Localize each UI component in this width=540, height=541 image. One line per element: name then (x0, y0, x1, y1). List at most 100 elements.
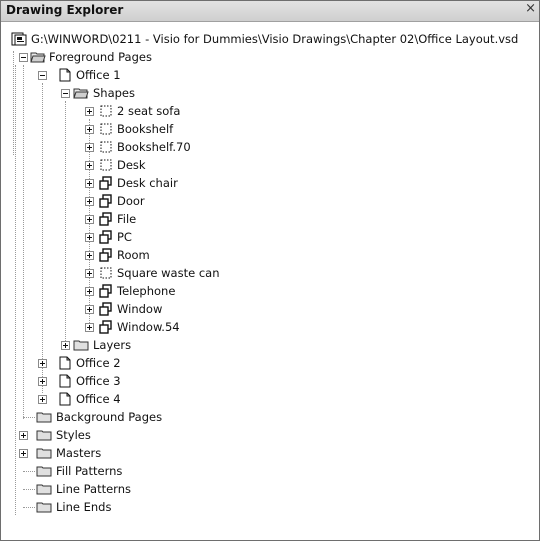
office-1-label: Office 1 (76, 68, 121, 82)
expand-icon[interactable] (85, 269, 94, 278)
layers-label: Layers (93, 338, 132, 352)
shape-icon (99, 302, 112, 316)
expand-icon[interactable] (19, 431, 28, 440)
tree-node-shape[interactable]: 2 seat sofa (1, 103, 241, 120)
tree-node-shape[interactable]: Bookshelf (1, 121, 241, 138)
tree-node-office-3[interactable]: Office 3 (1, 373, 201, 390)
expand-icon[interactable] (85, 323, 94, 332)
expand-icon[interactable] (85, 287, 94, 296)
shape-label: Room (117, 248, 150, 262)
expand-icon[interactable] (85, 179, 94, 188)
line-patterns-label: Line Patterns (56, 482, 131, 496)
shape-icon (99, 230, 112, 244)
expand-icon[interactable] (85, 161, 94, 170)
document-path-label: G:\WINWORD\0211 - Visio for Dummies\Visi… (31, 32, 519, 46)
tree-node-shape[interactable]: Room (1, 247, 241, 264)
background-pages-label: Background Pages (56, 410, 163, 424)
explorer-tree: G:\WINWORD\0211 - Visio for Dummies\Visi… (1, 21, 539, 540)
shape-label: Door (117, 194, 145, 208)
fill-patterns-label: Fill Patterns (56, 464, 123, 478)
expand-icon[interactable] (85, 251, 94, 260)
tree-node-shape[interactable]: Desk (1, 157, 241, 174)
folder-icon (36, 430, 52, 441)
styles-label: Styles (56, 428, 91, 442)
collapse-icon[interactable] (61, 89, 70, 98)
office-3-label: Office 3 (76, 374, 121, 388)
folder-icon (36, 466, 52, 477)
folder-icon (36, 484, 52, 495)
office-4-label: Office 4 (76, 392, 121, 406)
tree-node-shape[interactable]: File (1, 211, 241, 228)
shape-label: Bookshelf (117, 122, 174, 136)
tree-node-line-patterns[interactable]: Line Patterns (1, 481, 201, 498)
masters-label: Masters (56, 446, 102, 460)
tree-node-background-pages[interactable]: Background Pages (1, 409, 201, 426)
shape-label: File (117, 212, 137, 226)
tree-node-layers[interactable]: Layers (1, 337, 201, 354)
tree-node-shape[interactable]: Desk chair (1, 175, 241, 192)
shape-icon (99, 320, 112, 334)
group-shape-icon (100, 141, 112, 153)
shape-label: PC (117, 230, 132, 244)
expand-icon[interactable] (85, 233, 94, 242)
tree-node-office-4[interactable]: Office 4 (1, 391, 201, 408)
shape-label: Bookshelf.70 (117, 140, 191, 154)
folder-icon (36, 412, 52, 423)
shape-icon (99, 284, 112, 298)
tree-node-shape[interactable]: Window (1, 301, 241, 318)
tree-node-shape[interactable]: PC (1, 229, 241, 246)
tree-node-shape[interactable]: Door (1, 193, 241, 210)
group-shape-icon (100, 123, 112, 135)
expand-icon[interactable] (85, 107, 94, 116)
expand-icon[interactable] (85, 197, 94, 206)
shape-icon (99, 212, 112, 226)
tree-node-fill-patterns[interactable]: Fill Patterns (1, 463, 201, 480)
title-bar: Drawing Explorer × (1, 1, 539, 22)
tree-node-masters[interactable]: Masters (1, 445, 201, 462)
expand-icon[interactable] (19, 449, 28, 458)
office-2-label: Office 2 (76, 356, 121, 370)
tree-node-document[interactable]: G:\WINWORD\0211 - Visio for Dummies\Visi… (1, 31, 521, 48)
expand-icon[interactable] (85, 143, 94, 152)
page-icon (59, 374, 71, 388)
expand-icon[interactable] (38, 359, 47, 368)
line-ends-label: Line Ends (56, 500, 112, 514)
shape-icon (99, 194, 112, 208)
collapse-icon[interactable] (38, 71, 47, 80)
shapes-label: Shapes (93, 86, 136, 100)
group-shape-icon (100, 159, 112, 171)
open-folder-icon (73, 88, 89, 99)
tree-node-shape[interactable]: Window.54 (1, 319, 241, 336)
foreground-pages-label: Foreground Pages (49, 50, 152, 64)
shape-icon (99, 248, 112, 262)
group-shape-icon (100, 267, 112, 279)
page-icon (59, 356, 71, 370)
expand-icon[interactable] (85, 215, 94, 224)
shape-label: Window.54 (117, 320, 180, 334)
tree-node-styles[interactable]: Styles (1, 427, 201, 444)
tree-node-shapes[interactable]: Shapes (1, 85, 201, 102)
shape-icon (99, 176, 112, 190)
folder-icon (36, 448, 52, 459)
expand-icon[interactable] (85, 305, 94, 314)
expand-icon[interactable] (38, 395, 47, 404)
collapse-icon[interactable] (19, 53, 28, 62)
tree-node-shape[interactable]: Square waste can (1, 265, 241, 282)
shape-label: Square waste can (117, 266, 220, 280)
tree-node-office-1[interactable]: Office 1 (1, 67, 201, 84)
tree-node-line-ends[interactable]: Line Ends (1, 499, 201, 516)
expand-icon[interactable] (85, 125, 94, 134)
tree-node-shape[interactable]: Bookshelf.70 (1, 139, 241, 156)
tree-node-office-2[interactable]: Office 2 (1, 355, 201, 372)
shape-label: 2 seat sofa (117, 104, 181, 118)
page-icon (59, 68, 71, 82)
shape-label: Desk (117, 158, 146, 172)
expand-icon[interactable] (38, 377, 47, 386)
tree-node-foreground-pages[interactable]: Foreground Pages (1, 49, 201, 66)
folder-icon (73, 340, 89, 351)
close-icon[interactable]: × (525, 1, 536, 16)
shape-label: Telephone (117, 284, 176, 298)
folder-icon (36, 502, 52, 513)
expand-icon[interactable] (61, 341, 70, 350)
tree-node-shape[interactable]: Telephone (1, 283, 241, 300)
